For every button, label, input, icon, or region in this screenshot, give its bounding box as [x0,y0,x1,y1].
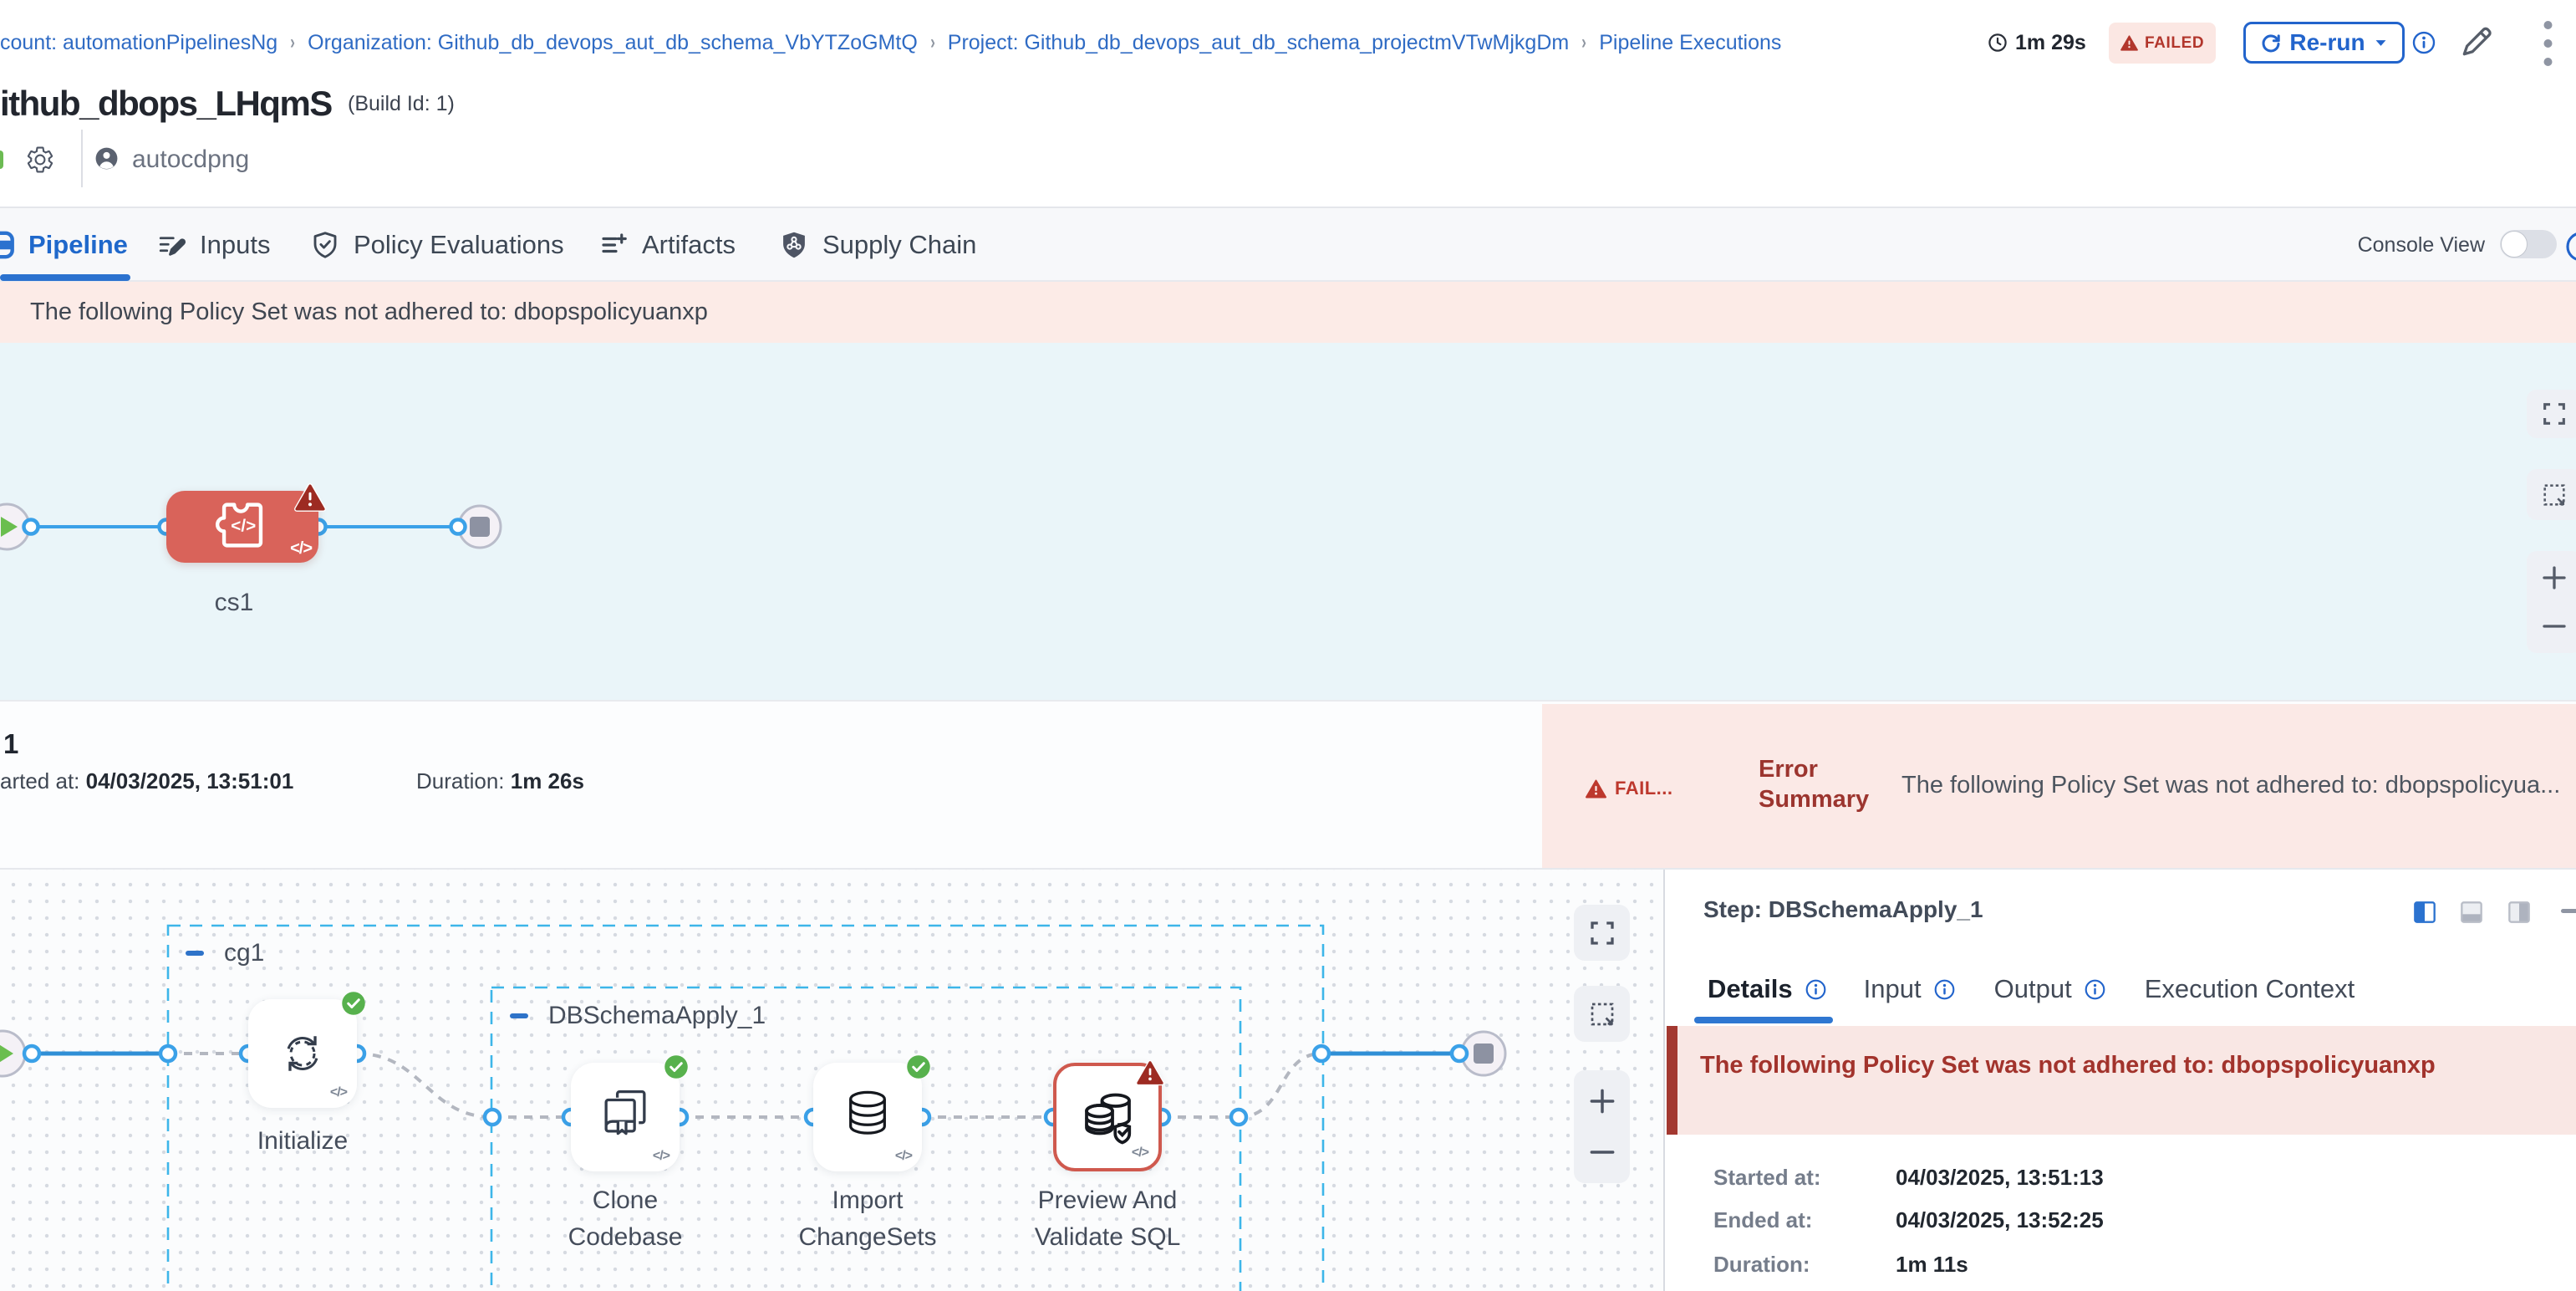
svg-text:</>: </> [231,516,256,535]
